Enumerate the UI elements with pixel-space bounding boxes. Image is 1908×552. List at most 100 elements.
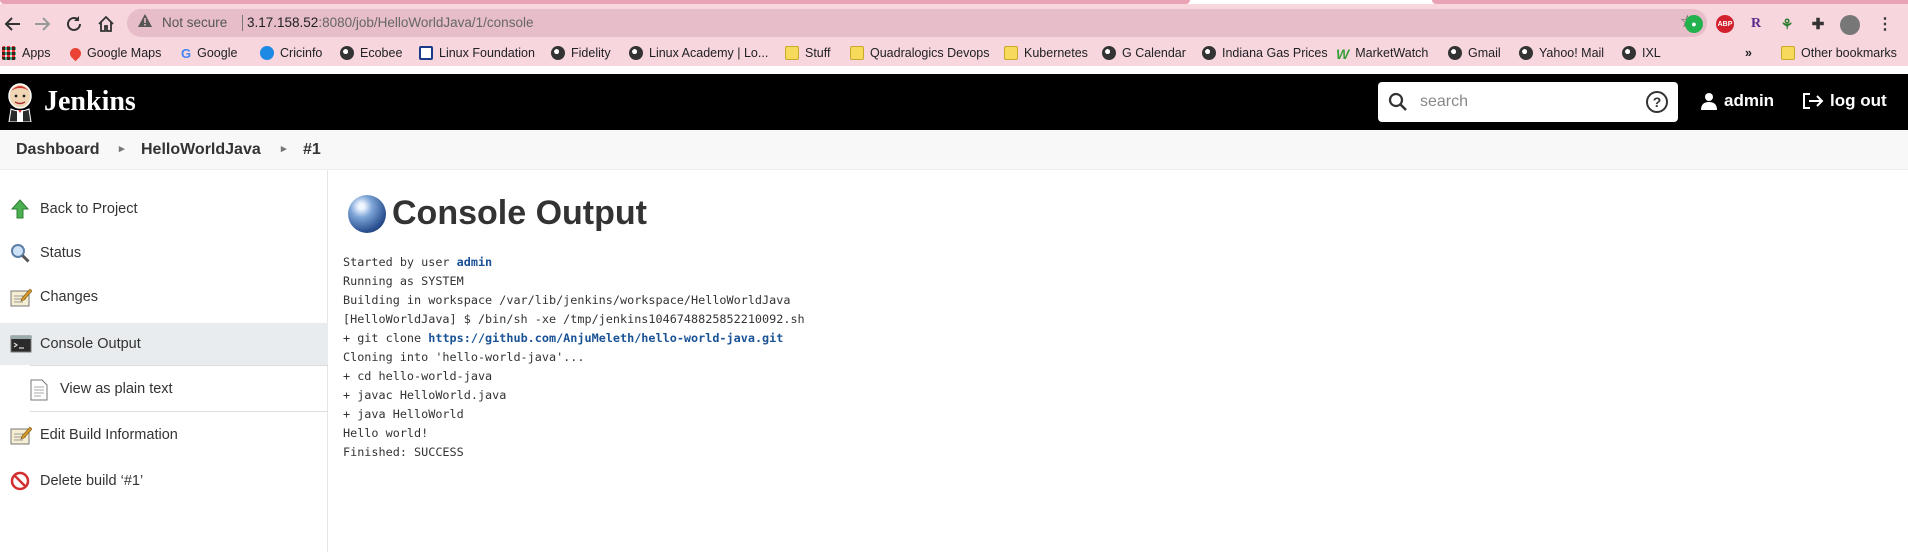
search-box: ? — [1378, 82, 1678, 122]
breadcrumb-build[interactable]: #1 — [303, 141, 321, 159]
console-line: Hello world! — [343, 426, 429, 440]
bookmark-quadralogics-devops[interactable]: Quadralogics Devops — [850, 46, 990, 60]
bookmark-g-calendar[interactable]: G Calendar — [1102, 46, 1186, 60]
breadcrumb-dashboard[interactable]: Dashboard — [16, 141, 100, 159]
logout-icon — [1803, 93, 1824, 109]
bookmark-label: Ecobee — [360, 46, 403, 60]
bookmark-label: IXL — [1642, 46, 1661, 60]
bookmark-ixl[interactable]: IXL — [1622, 46, 1661, 60]
console-line: Started by user admin — [343, 253, 805, 272]
profile-avatar[interactable] — [1840, 15, 1860, 35]
sidebar-item-status[interactable]: Status — [0, 232, 328, 274]
jenkins-butler-logo[interactable] — [4, 82, 36, 123]
bookmark-kubernetes[interactable]: Kubernetes — [1004, 46, 1088, 60]
bookmark-label: Kubernetes — [1024, 46, 1088, 60]
no-entry-icon — [10, 471, 30, 491]
bookmark-marketwatch[interactable]: W MarketWatch — [1336, 46, 1428, 62]
console-line: Running as SYSTEM — [343, 274, 464, 288]
jenkins-header: Jenkins ? admin log out — [0, 74, 1908, 130]
bookmark-indiana-gas-prices[interactable]: Indiana Gas Prices — [1202, 46, 1328, 60]
up-arrow-icon — [10, 199, 30, 219]
sidebar-item-label: Changes — [40, 289, 99, 305]
globe-icon — [1519, 46, 1533, 60]
bookmark-yahoo-mail[interactable]: Yahoo! Mail — [1519, 46, 1604, 60]
jenkins-title[interactable]: Jenkins — [44, 86, 136, 118]
sidebar-item-edit-build-information[interactable]: Edit Build Information — [0, 414, 328, 456]
more-bookmarks-chevron[interactable]: » — [1745, 46, 1752, 60]
sidebar-item-view-as-plain-text[interactable]: View as plain text — [0, 368, 328, 410]
bookmark-label: Google — [197, 46, 238, 60]
console-repo-link[interactable]: https://github.com/AnjuMeleth/hello-worl… — [428, 331, 783, 345]
adblock-icon[interactable]: ABP — [1716, 15, 1734, 33]
sidebar-item-label: Status — [40, 245, 82, 261]
bookmark-other-bookmarks[interactable]: Other bookmarks — [1781, 46, 1897, 60]
search-input[interactable] — [1420, 90, 1640, 114]
address-divider — [242, 15, 243, 31]
console-line: + java HelloWorld — [343, 407, 464, 421]
console-line: [HelloWorldJava] $ /bin/sh -xe /tmp/jenk… — [343, 312, 805, 326]
bookmark-stuff[interactable]: Stuff — [785, 46, 830, 60]
maps-pin-icon — [67, 45, 84, 61]
extension-plant-icon[interactable]: ⚘ — [1778, 15, 1796, 33]
back-arrow-icon[interactable] — [0, 11, 26, 37]
console-line: + javac HelloWorld.java — [343, 388, 507, 402]
globe-icon — [1102, 46, 1116, 60]
bookmark-google[interactable]: G Google — [181, 46, 238, 61]
forward-arrow-icon[interactable] — [29, 11, 55, 37]
extension-r-icon[interactable]: R — [1747, 15, 1765, 33]
console-line: Cloning into 'hello-world-java'... — [343, 350, 585, 364]
globe-icon — [340, 46, 354, 60]
sidebar-item-delete-build[interactable]: Delete build ‘#1’ — [0, 460, 328, 502]
globe-icon — [1202, 46, 1216, 60]
browser-menu-icon[interactable]: ⋮ — [1876, 15, 1894, 33]
console-line: + git clone https://github.com/AnjuMelet… — [343, 329, 805, 348]
home-icon[interactable] — [93, 11, 119, 37]
help-icon[interactable]: ? — [1646, 91, 1668, 113]
console-line: Building in workspace /var/lib/jenkins/w… — [343, 293, 791, 307]
marketwatch-w-icon: W — [1336, 46, 1350, 62]
breadcrumb: Dashboard ▸ HelloWorldJava ▸ #1 — [0, 130, 1908, 170]
bookmark-cricinfo[interactable]: Cricinfo — [260, 46, 322, 60]
bookmark-linux-academy[interactable]: Linux Academy | Lo... — [629, 46, 768, 60]
bookmark-linux-foundation[interactable]: Linux Foundation — [419, 46, 535, 60]
console-user-link[interactable]: admin — [457, 255, 493, 269]
sidebar-item-back-to-project[interactable]: Back to Project — [0, 188, 328, 230]
reload-icon[interactable] — [61, 11, 87, 37]
folder-icon — [785, 46, 799, 60]
globe-icon — [1622, 46, 1636, 60]
search-icon — [1388, 92, 1408, 112]
folder-icon — [1004, 46, 1018, 60]
console-output: Started by user admin Running as SYSTEM Bu… — [343, 253, 805, 462]
sidebar-item-console-output[interactable]: Console Output — [0, 323, 328, 365]
sidebar-item-label: Delete build ‘#1’ — [40, 473, 144, 489]
bookmark-label: Apps — [22, 46, 51, 60]
user-name: admin — [1724, 91, 1775, 110]
security-label[interactable]: Not secure — [162, 15, 227, 30]
bookmark-apps[interactable]: Apps — [2, 46, 51, 60]
bookmark-gmail[interactable]: Gmail — [1448, 46, 1501, 60]
console-text: + git clone — [343, 331, 429, 345]
extensions-puzzle-icon[interactable]: ✚ — [1809, 15, 1827, 33]
bookmarks-bar: Apps Google Maps G Google Cricinfo Ecobe… — [0, 42, 1908, 66]
globe-icon — [551, 46, 565, 60]
sidebar-item-changes[interactable]: Changes — [0, 276, 328, 318]
bookmark-label: Fidelity — [571, 46, 611, 60]
bookmark-ecobee[interactable]: Ecobee — [340, 46, 402, 60]
logout-link[interactable]: log out — [1802, 91, 1887, 111]
breadcrumb-job[interactable]: HelloWorldJava — [141, 141, 261, 159]
sidebar-item-label: Console Output — [40, 336, 141, 352]
warning-triangle-icon[interactable] — [137, 13, 157, 33]
document-icon — [30, 379, 50, 401]
address-bar[interactable]: Not secure 3.17.158.52:8080/job/HelloWor… — [127, 9, 1707, 37]
bookmark-fidelity[interactable]: Fidelity — [551, 46, 611, 60]
bookmark-label: Quadralogics Devops — [870, 46, 990, 60]
url-text[interactable]: 3.17.158.52:8080/job/HelloWorldJava/1/co… — [247, 15, 533, 30]
user-link[interactable]: admin — [1700, 91, 1774, 111]
extension-green-icon[interactable]: ● — [1685, 15, 1703, 33]
bookmark-google-maps[interactable]: Google Maps — [67, 45, 161, 61]
console-line: + cd hello-world-java — [343, 369, 493, 383]
sidebar-item-label: View as plain text — [60, 381, 173, 397]
sidebar-item-label: Back to Project — [40, 201, 138, 217]
globe-icon — [260, 46, 274, 60]
notepad-icon — [10, 287, 33, 307]
